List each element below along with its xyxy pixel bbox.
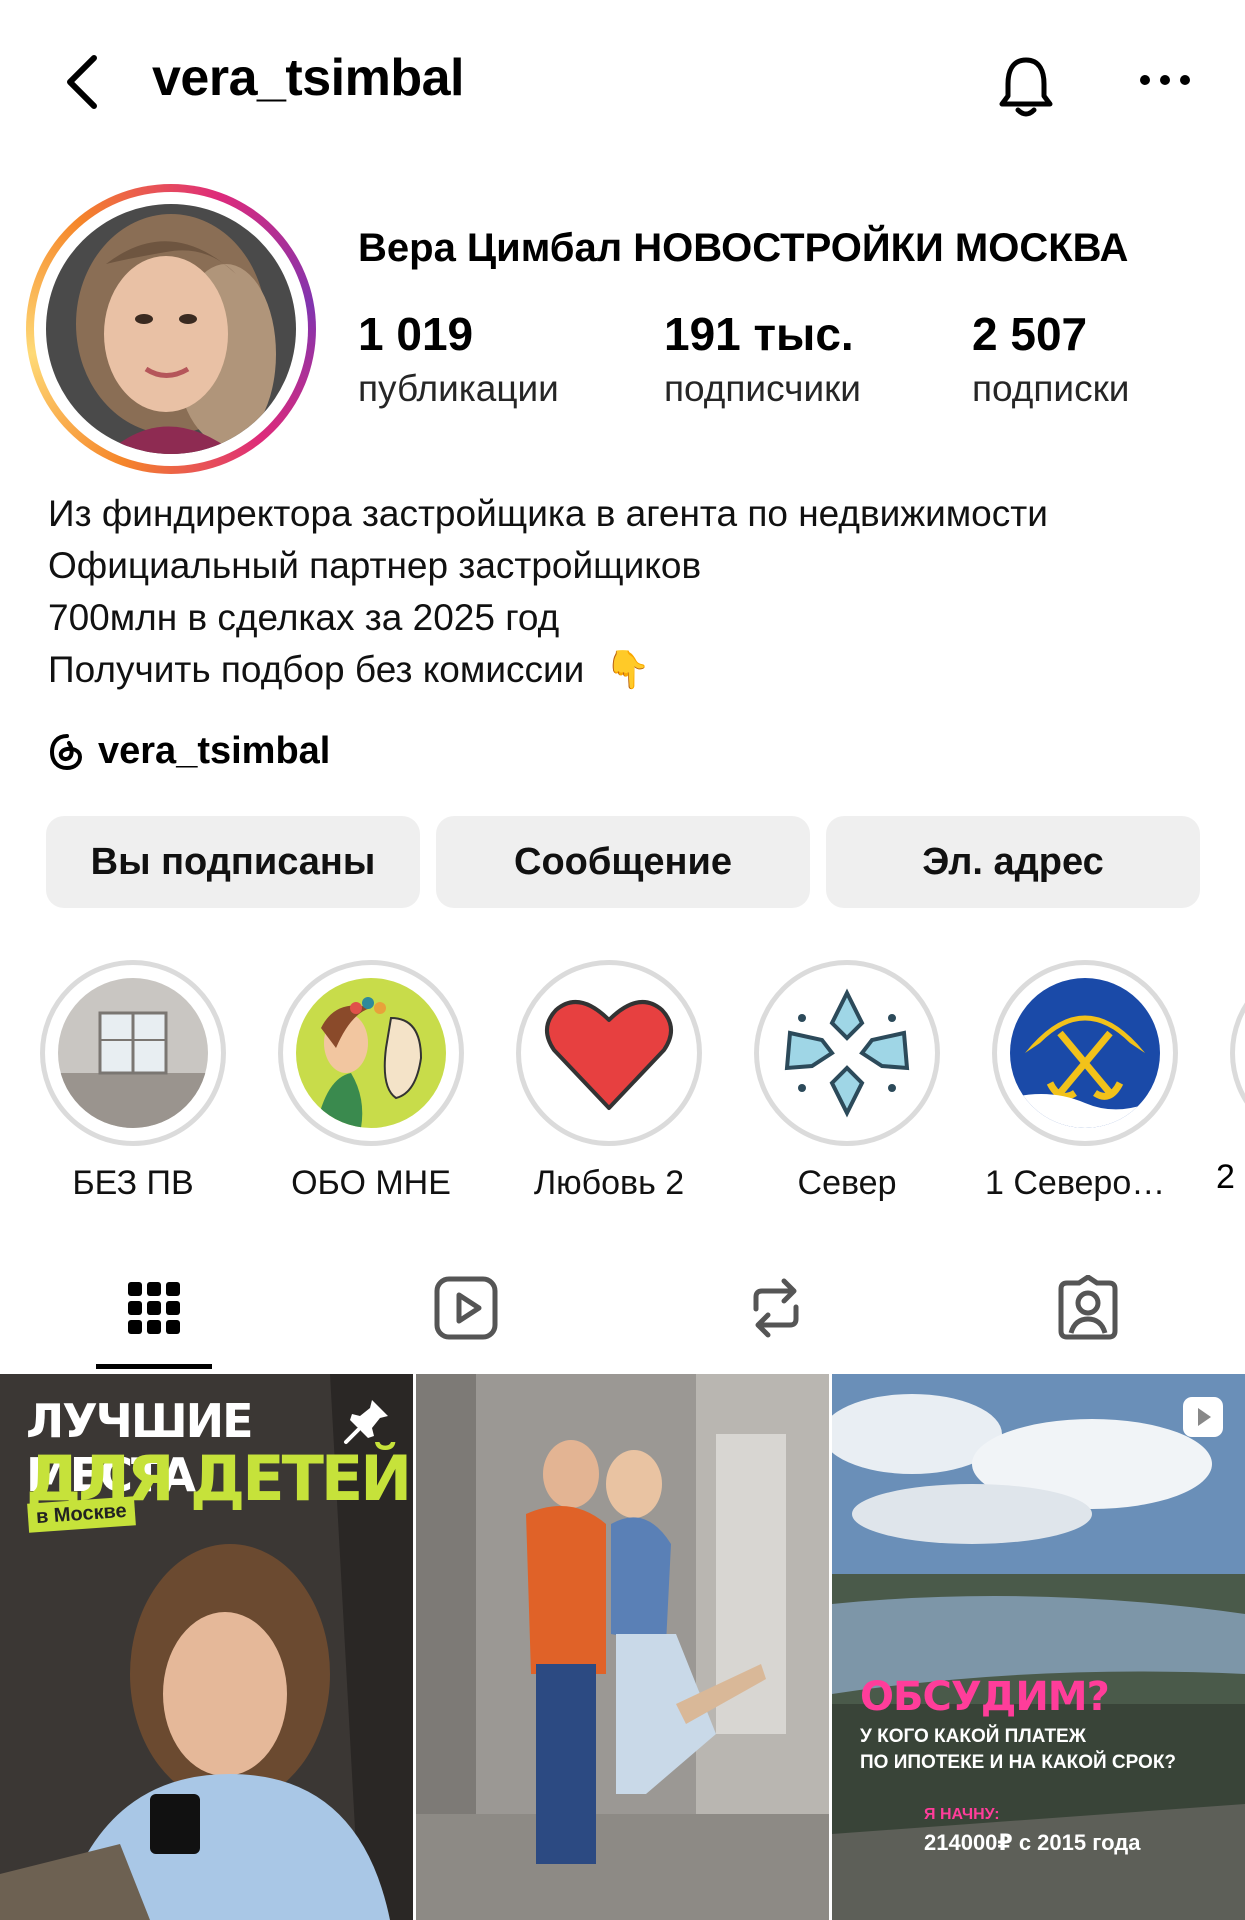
post-subtitle: У КОГО КАКОЙ ПЛАТЕЖ ПО ИПОТЕКЕ И НА КАКО… [860, 1726, 1177, 1773]
highlight-sever[interactable]: Север [754, 960, 940, 1203]
stat-posts-label: публикации [358, 368, 559, 409]
reposts-icon [753, 1278, 799, 1338]
highlight-bez-pv[interactable]: БЕЗ ПВ [40, 960, 226, 1203]
post-headline: ОБСУДИМ? [860, 1674, 1110, 1720]
highlight-label: Любовь 2 [533, 1164, 685, 1202]
chevron-left-icon [67, 55, 97, 109]
avatar [46, 204, 296, 454]
tab-posts-grid[interactable] [94, 1260, 214, 1356]
stat-posts[interactable]: 1 019 публикации [358, 306, 559, 412]
highlight-label: 2 [1216, 1158, 1235, 1196]
highlight-label: БЕЗ ПВ [72, 1164, 194, 1202]
stat-followers-label: подписчики [664, 368, 861, 409]
reel-indicator-icon [1183, 1397, 1223, 1437]
highlight-partial[interactable] [1230, 960, 1245, 1146]
empty-room-photo-icon [58, 978, 208, 1128]
stat-posts-count: 1 019 [358, 308, 474, 360]
highlight-severomorsk[interactable]: 1 Североморск [985, 960, 1185, 1203]
pin-icon [344, 1400, 388, 1444]
post-tile[interactable] [416, 1374, 829, 1920]
highlight-obo-mne[interactable]: ОБО МНЕ [278, 960, 464, 1203]
threads-handle: vera_tsimbal [98, 730, 331, 772]
post-caption-accent: Я НАЧНУ: [924, 1806, 1000, 1823]
more-dots-icon [1140, 75, 1190, 85]
back-button[interactable] [52, 50, 112, 114]
active-tab-indicator [96, 1364, 212, 1369]
stat-following-label: подписки [972, 368, 1130, 409]
stat-followers-count: 191 тыс. [664, 308, 854, 360]
notifications-button[interactable] [990, 50, 1062, 122]
bio-line: Получить подбор без комиссии 👇 [48, 649, 651, 690]
reels-icon [434, 1276, 498, 1340]
stat-followers[interactable]: 191 тыс. подписчики [664, 306, 861, 412]
stat-following[interactable]: 2 507 подписки [972, 306, 1129, 412]
bio-line: Официальный партнер застройщиков [48, 545, 702, 586]
grid-icon [128, 1282, 180, 1334]
profile-header: vera_tsimbal [0, 0, 1245, 160]
tab-reposts[interactable] [716, 1260, 836, 1356]
more-options-button[interactable] [1130, 60, 1200, 100]
highlight-label: Север [797, 1164, 897, 1202]
avatar-story-ring[interactable] [26, 184, 316, 474]
following-button[interactable]: Вы подписаны [46, 816, 420, 908]
pointing-down-emoji: 👇 [604, 649, 651, 690]
couple-illustration-icon [296, 978, 446, 1128]
tab-reels[interactable] [406, 1260, 526, 1356]
post-tile[interactable]: ЛУЧШИЕ МЕСТА ДЛЯ ДЕТЕЙ в Москве [0, 1374, 413, 1920]
highlight-lyubov-2[interactable]: Любовь 2 [516, 960, 702, 1203]
snowflake-icon [772, 978, 922, 1128]
threads-icon [49, 733, 83, 770]
bell-icon [999, 57, 1053, 117]
highlight-label: ОБО МНЕ [291, 1164, 451, 1202]
tab-tagged[interactable] [1028, 1260, 1148, 1356]
heart-icon [534, 978, 684, 1128]
email-button[interactable]: Эл. адрес [826, 816, 1200, 908]
threads-profile-link[interactable]: vera_tsimbal [48, 730, 330, 773]
stat-following-count: 2 507 [972, 308, 1088, 360]
post-tile[interactable]: ОБСУДИМ? У КОГО КАКОЙ ПЛАТЕЖ ПО ИПОТЕКЕ … [832, 1374, 1245, 1920]
bio-line: Из финдиректора застройщика в агента по … [48, 493, 1048, 534]
tagged-person-icon [1058, 1275, 1118, 1340]
post-caption: 214000₽ с 2015 года [924, 1830, 1141, 1855]
page-title-username: vera_tsimbal [152, 49, 464, 107]
message-button[interactable]: Сообщение [436, 816, 810, 908]
profile-display-name: Вера Цимбал НОВОСТРОЙКИ МОСКВА [358, 226, 1129, 270]
bio-line: 700млн в сделках за 2025 год [48, 597, 560, 638]
anchors-emblem-icon [1010, 978, 1160, 1128]
profile-bio: Из финдиректора застройщика в агента по … [48, 488, 1048, 696]
highlight-label: 1 Североморск [985, 1164, 1185, 1202]
